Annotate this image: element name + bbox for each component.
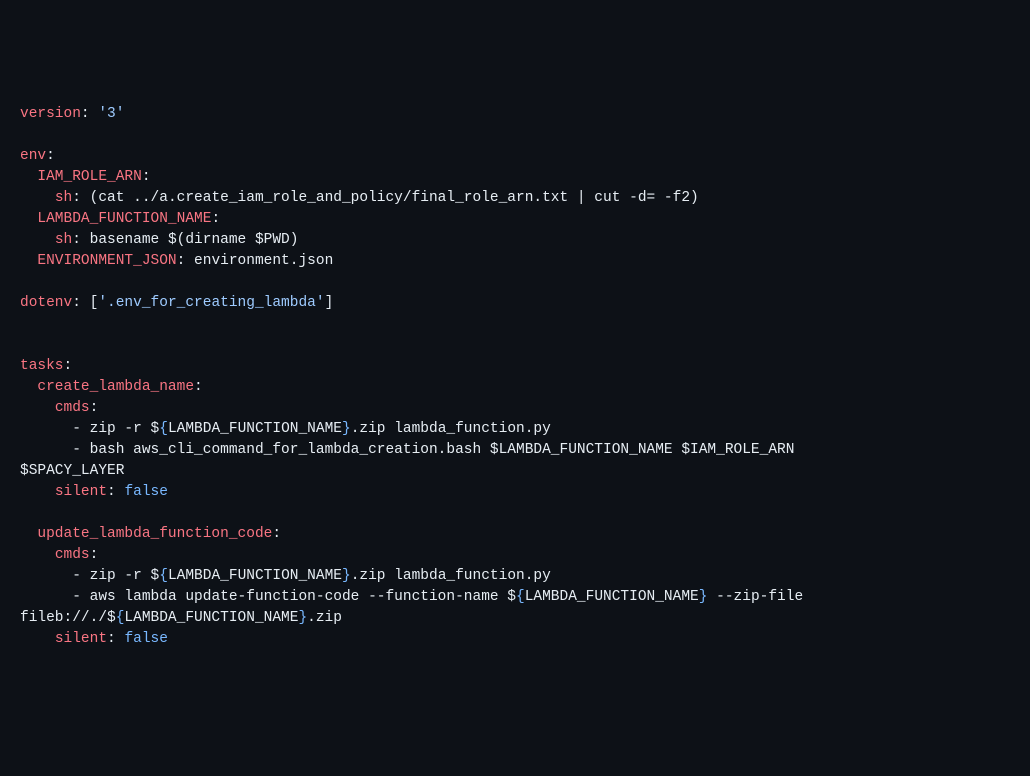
yaml-line: - bash aws_cli_command_for_lambda_creati… [20,442,803,458]
yaml-line: tasks: [20,358,72,374]
yaml-line: cmds: [20,400,98,416]
yaml-value: '3' [98,106,124,122]
yaml-key: IAM_ROLE_ARN [37,169,141,185]
yaml-line: ENVIRONMENT_JSON: environment.json [20,253,333,269]
yaml-key: update_lambda_function_code [37,526,272,542]
yaml-value: basename $(dirname $PWD) [90,232,299,248]
yaml-key: LAMBDA_FUNCTION_NAME [37,211,211,227]
code-block: version: '3' env: IAM_ROLE_ARN: sh: (cat… [20,104,1010,650]
yaml-line: silent: false [20,484,168,500]
yaml-line: sh: basename $(dirname $PWD) [20,232,298,248]
yaml-value: false [124,484,168,500]
yaml-key: cmds [55,547,90,563]
yaml-line: silent: false [20,631,168,647]
yaml-line: cmds: [20,547,98,563]
yaml-line: fileb://./${LAMBDA_FUNCTION_NAME}.zip [20,610,342,626]
yaml-line: dotenv: ['.env_for_creating_lambda'] [20,295,333,311]
yaml-value: false [124,631,168,647]
list-dash: - [72,568,89,584]
yaml-line: create_lambda_name: [20,379,203,395]
yaml-key: env [20,148,46,164]
yaml-line: LAMBDA_FUNCTION_NAME: [20,211,220,227]
yaml-line: $SPACY_LAYER [20,463,124,479]
yaml-value: '.env_for_creating_lambda' [98,295,324,311]
yaml-value: environment.json [194,253,333,269]
yaml-key: version [20,106,81,122]
yaml-line: sh: (cat ../a.create_iam_role_and_policy… [20,190,699,206]
yaml-line: env: [20,148,55,164]
list-dash: - [72,421,89,437]
yaml-key: ENVIRONMENT_JSON [37,253,176,269]
yaml-key: sh [55,232,72,248]
yaml-key: sh [55,190,72,206]
yaml-key: cmds [55,400,90,416]
yaml-key: tasks [20,358,64,374]
yaml-line: IAM_ROLE_ARN: [20,169,151,185]
yaml-value: (cat ../a.create_iam_role_and_policy/fin… [90,190,699,206]
yaml-line: - zip -r ${LAMBDA_FUNCTION_NAME}.zip lam… [20,568,551,584]
yaml-key: silent [55,631,107,647]
yaml-line: - zip -r ${LAMBDA_FUNCTION_NAME}.zip lam… [20,421,551,437]
yaml-line: version: '3' [20,106,124,122]
yaml-line: update_lambda_function_code: [20,526,281,542]
yaml-key: silent [55,484,107,500]
yaml-key: dotenv [20,295,72,311]
list-dash: - [72,589,89,605]
list-dash: - [72,442,89,458]
yaml-line: - aws lambda update-function-code --func… [20,589,812,605]
yaml-key: create_lambda_name [37,379,194,395]
